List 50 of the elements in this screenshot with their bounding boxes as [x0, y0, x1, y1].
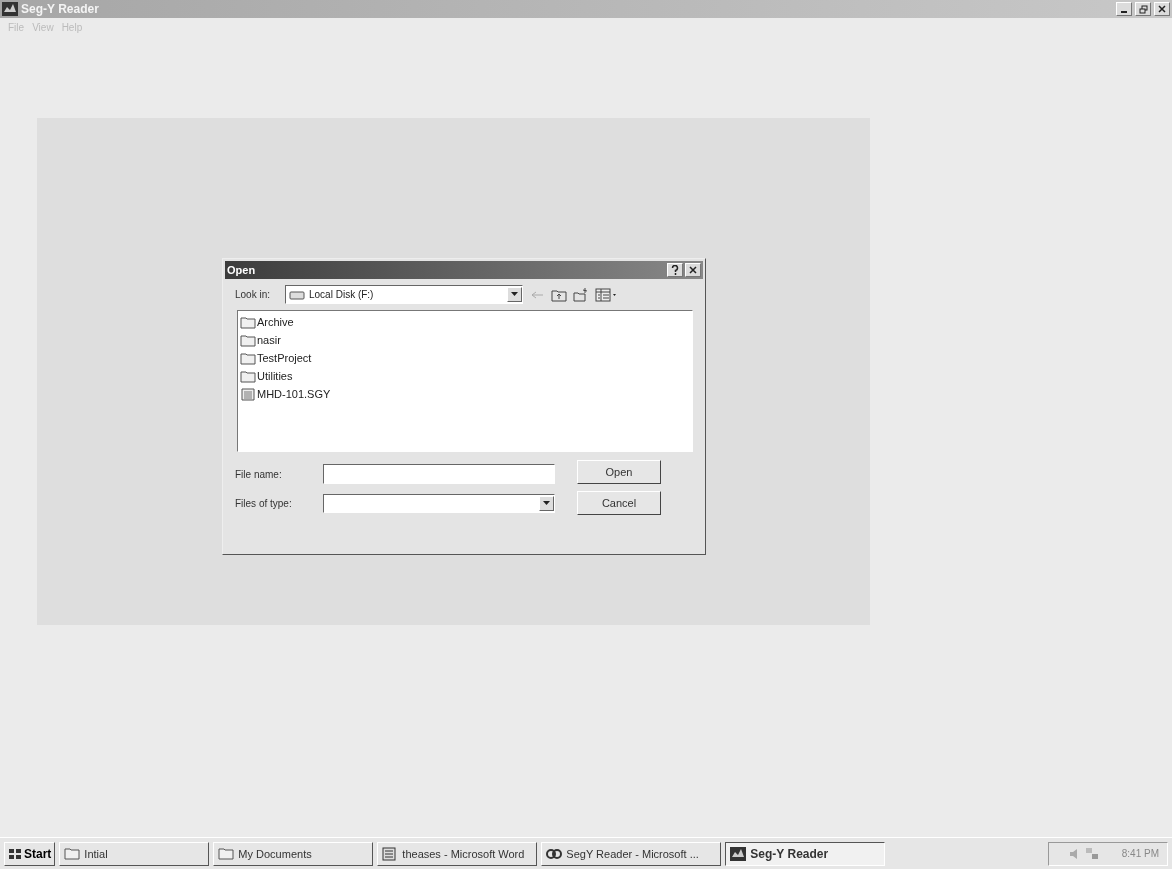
- folder-icon: [240, 315, 256, 329]
- look-in-dropdown[interactable]: Local Disk (F:): [285, 285, 523, 304]
- file-list-item[interactable]: MHD-101.SGY: [240, 385, 690, 403]
- network-icon: [1085, 846, 1099, 861]
- restore-icon: [1138, 4, 1148, 14]
- close-button[interactable]: [1154, 2, 1170, 16]
- help-button[interactable]: [667, 263, 683, 277]
- caret-icon: [543, 501, 550, 506]
- restore-button[interactable]: [1135, 2, 1151, 16]
- new-folder-icon[interactable]: [573, 287, 589, 302]
- folder-icon: [64, 847, 81, 860]
- question-icon: [671, 265, 679, 275]
- app-icon: [730, 846, 747, 861]
- view-menu-icon[interactable]: [595, 287, 617, 302]
- folder-icon: [240, 333, 256, 347]
- taskbar-button[interactable]: theases - Microsoft Word: [377, 841, 538, 866]
- file-name-field[interactable]: [323, 464, 555, 484]
- file-list-item[interactable]: Utilities: [240, 367, 690, 385]
- taskbar-button[interactable]: Seg-Y Reader: [725, 841, 886, 866]
- file-list-item[interactable]: TestProject: [240, 349, 690, 367]
- file-name-label: File name:: [235, 468, 283, 480]
- document-icon: [240, 387, 256, 401]
- taskbar-button[interactable]: SegY Reader - Microsoft ...: [541, 841, 722, 866]
- close-button[interactable]: [685, 263, 701, 277]
- open-button[interactable]: Open: [577, 460, 661, 484]
- folder-icon: [240, 351, 256, 365]
- window-title: Seg-Y Reader: [21, 2, 100, 16]
- cancel-button[interactable]: Cancel: [577, 491, 661, 515]
- folder-icon: [218, 847, 235, 860]
- file-list-item[interactable]: nasir: [240, 331, 690, 349]
- taskbar-button[interactable]: Intial: [59, 841, 210, 866]
- up-folder-icon[interactable]: [551, 287, 567, 302]
- caret-icon: [511, 292, 518, 297]
- windows-logo-icon: [8, 847, 22, 860]
- app-icon: [2, 2, 18, 16]
- start-button[interactable]: Start: [4, 841, 56, 866]
- drive-icon: [289, 289, 305, 300]
- folder-icon: [240, 369, 256, 383]
- file-type-label: Files of type:: [235, 498, 293, 509]
- look-in-label: Look in:: [235, 289, 272, 300]
- taskbar-button[interactable]: My Documents: [213, 841, 374, 866]
- document-icon: [382, 846, 399, 861]
- file-list-item[interactable]: Archive: [240, 313, 690, 331]
- close-icon: [1158, 5, 1166, 13]
- clock: 8:41 PM: [1121, 848, 1159, 859]
- minimize-button[interactable]: [1116, 2, 1132, 16]
- dialog-title: Open: [227, 264, 257, 276]
- close-icon: [689, 266, 697, 274]
- chain-icon: [546, 847, 563, 860]
- file-type-dropdown[interactable]: [323, 494, 555, 513]
